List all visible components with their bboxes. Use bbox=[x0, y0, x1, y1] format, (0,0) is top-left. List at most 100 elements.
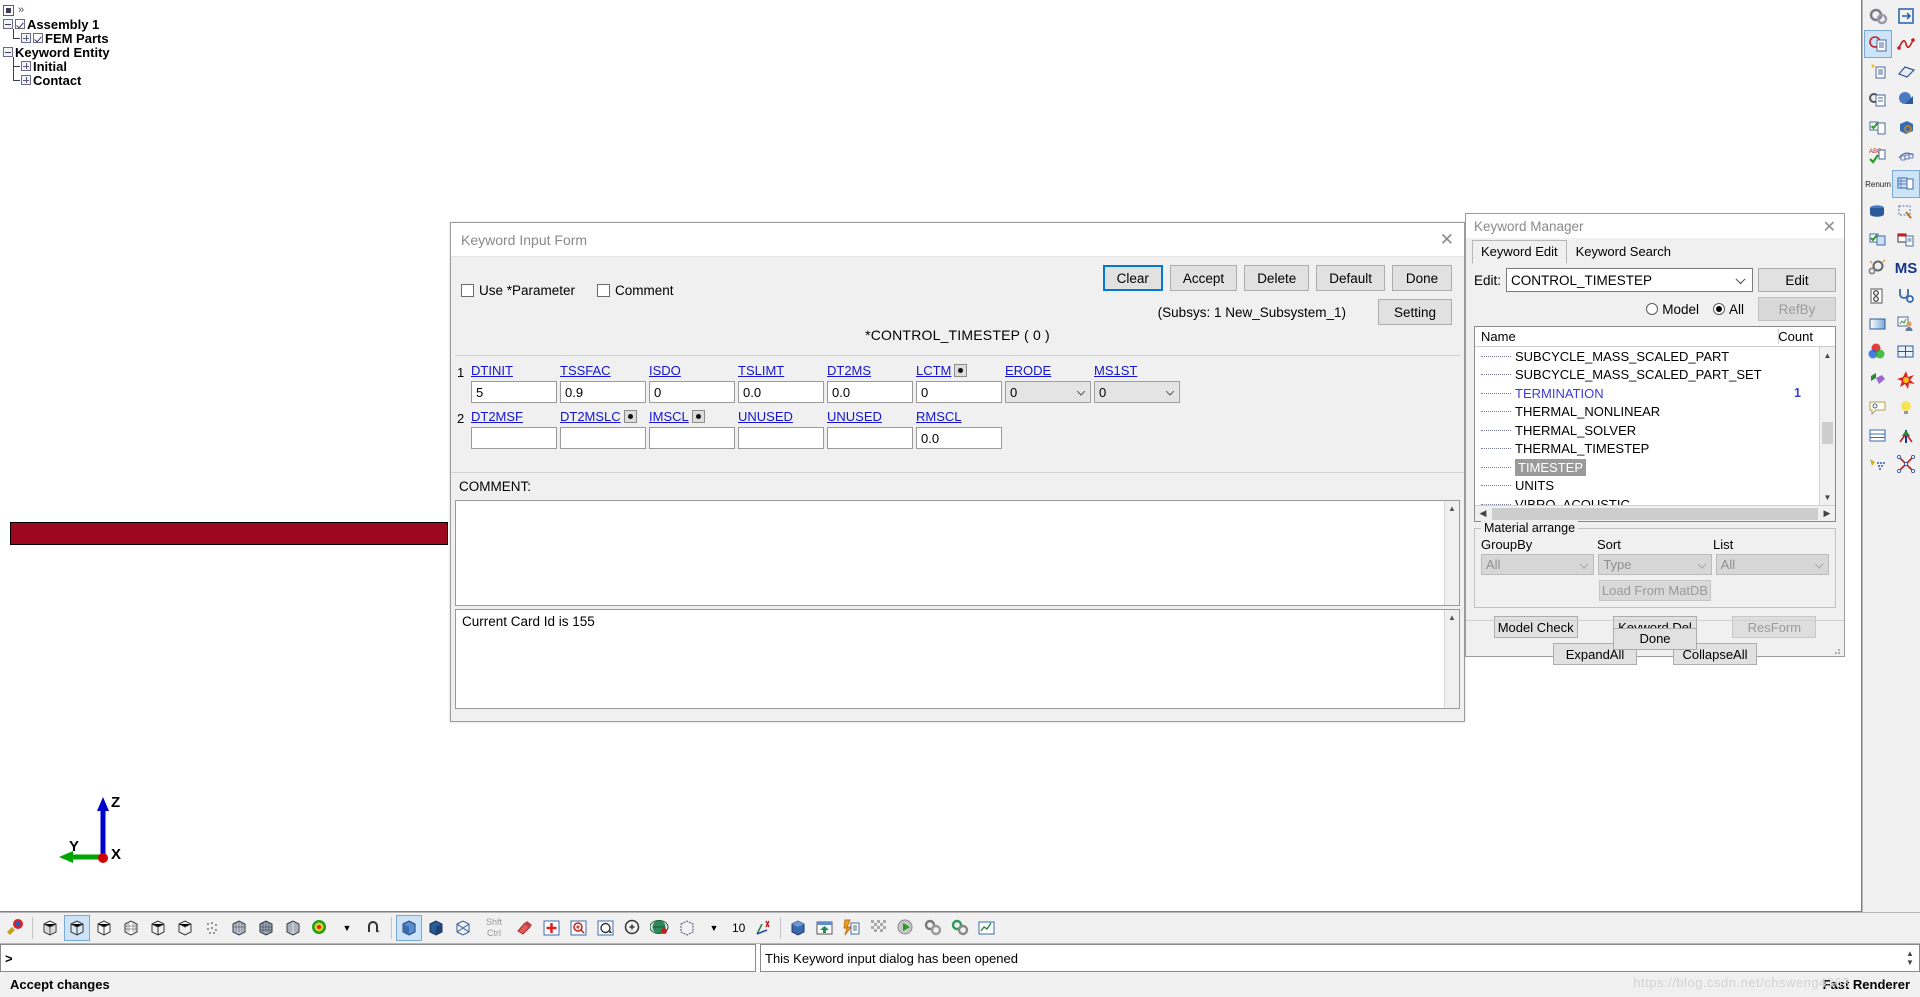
scroll-up-icon[interactable]: ▲ bbox=[1820, 347, 1835, 363]
field-label-link[interactable]: RMSCL bbox=[916, 409, 962, 424]
list-select[interactable]: All bbox=[1715, 554, 1829, 575]
explosion-icon[interactable] bbox=[1892, 366, 1920, 394]
tree-collapse-icon[interactable] bbox=[3, 47, 13, 57]
contour-plot-icon[interactable] bbox=[307, 915, 333, 941]
dt2msf-input[interactable] bbox=[471, 427, 557, 449]
list-item[interactable]: TERMINATION 1 bbox=[1475, 384, 1819, 403]
chevron-down-icon[interactable]: ▼ bbox=[334, 915, 360, 941]
zoom-in-icon[interactable] bbox=[566, 915, 592, 941]
advanced-gears-icon[interactable] bbox=[1864, 254, 1892, 282]
tslimt-input[interactable] bbox=[738, 381, 824, 403]
keyword-manager-dialog[interactable]: Keyword Manager ✕ Keyword Edit Keyword S… bbox=[1465, 213, 1845, 665]
ms-icon[interactable]: MS bbox=[1892, 254, 1920, 282]
user-profile-icon[interactable] bbox=[1892, 310, 1920, 338]
keyword-list-items[interactable]: SUBCYCLE_MASS_SCALED_PART SUBCYCLE_MASS_… bbox=[1475, 347, 1819, 505]
isdo-input[interactable] bbox=[649, 381, 735, 403]
comment-bubble-icon[interactable] bbox=[1864, 394, 1892, 422]
surface-icon[interactable] bbox=[1892, 58, 1920, 86]
close-icon[interactable]: ✕ bbox=[1440, 231, 1454, 248]
message-scroll-spinner[interactable]: ▲ ▼ bbox=[1903, 946, 1917, 970]
unused-1-input[interactable] bbox=[738, 427, 824, 449]
dt2ms-input[interactable] bbox=[827, 381, 913, 403]
tab-keyword-edit[interactable]: Keyword Edit bbox=[1472, 240, 1567, 264]
model-tree-toolbar[interactable]: » bbox=[3, 3, 110, 17]
list-item[interactable]: THERMAL_NONLINEAR bbox=[1475, 403, 1819, 422]
field-label-link[interactable]: TSLIMT bbox=[738, 363, 784, 378]
bottom-toolbar[interactable]: ▼ * Shft Ctrl ▼ 10 bbox=[0, 912, 1920, 944]
play-button-icon[interactable] bbox=[893, 915, 919, 941]
run-solver-icon[interactable] bbox=[839, 915, 865, 941]
radio-all[interactable]: All bbox=[1712, 302, 1744, 317]
bounding-box-icon[interactable] bbox=[674, 915, 700, 941]
keyword-input-form-dialog[interactable]: Keyword Input Form ✕ Clear Accept Delete… bbox=[450, 222, 1465, 722]
pan-icon[interactable] bbox=[539, 915, 565, 941]
edit-button[interactable]: Edit bbox=[1758, 268, 1836, 292]
field-label-link[interactable]: TSSFAC bbox=[560, 363, 611, 378]
part-table-icon[interactable] bbox=[1892, 170, 1920, 198]
wireframe-cube-icon[interactable] bbox=[145, 915, 171, 941]
list-check-icon[interactable] bbox=[1864, 226, 1892, 254]
tree-expand-icon[interactable] bbox=[21, 75, 31, 85]
import-panel-icon[interactable] bbox=[1892, 2, 1920, 30]
coordinate-system-icon[interactable] bbox=[750, 915, 776, 941]
checkbox-icon[interactable] bbox=[33, 33, 43, 43]
imscl-picker-icon[interactable] bbox=[691, 410, 705, 423]
rotate-icon[interactable] bbox=[593, 915, 619, 941]
light-bulb-icon[interactable] bbox=[1892, 394, 1920, 422]
mesh-arrows-icon[interactable] bbox=[1892, 422, 1920, 450]
keyword-select[interactable]: CONTROL_TIMESTEP bbox=[1506, 268, 1753, 292]
lctm-input[interactable] bbox=[916, 381, 1002, 403]
calendar-list-icon[interactable] bbox=[1892, 226, 1920, 254]
field-label-link[interactable]: DT2MSF bbox=[471, 409, 523, 424]
chevron-down-icon[interactable]: ▼ bbox=[701, 915, 727, 941]
clear-button[interactable]: Clear bbox=[1102, 265, 1163, 291]
dt2mslc-input[interactable] bbox=[560, 427, 646, 449]
keyword-manager-icon[interactable] bbox=[1864, 30, 1892, 58]
comment-textarea-wrapper[interactable]: ▲ bbox=[455, 500, 1460, 606]
radio-icon[interactable] bbox=[1646, 303, 1659, 315]
field-label-link[interactable]: DT2MSLC bbox=[560, 409, 637, 424]
plot-chart-icon[interactable] bbox=[974, 915, 1000, 941]
model-tree[interactable]: » Assembly 1 FEM Parts Keyword Entity In… bbox=[3, 3, 110, 88]
point-cloud-icon[interactable] bbox=[199, 915, 225, 941]
done-button[interactable]: Done bbox=[1392, 265, 1452, 291]
status-scrollbar[interactable]: ▲ bbox=[1444, 610, 1459, 708]
scroll-down-icon[interactable]: ▼ bbox=[1820, 489, 1835, 505]
renumber-icon[interactable]: Renum bbox=[1864, 170, 1892, 198]
zoom-fit-icon[interactable] bbox=[620, 915, 646, 941]
radio-model[interactable]: Model bbox=[1646, 302, 1699, 317]
checkbox-icon[interactable] bbox=[461, 284, 474, 297]
node-network-icon[interactable] bbox=[1892, 450, 1920, 478]
resize-grip-icon[interactable] bbox=[1831, 643, 1841, 654]
tab-keyword-search[interactable]: Keyword Search bbox=[1567, 240, 1680, 264]
comment-checkbox[interactable]: Comment bbox=[597, 283, 674, 298]
scrollbar-thumb[interactable] bbox=[1492, 507, 1818, 520]
curve-icon[interactable] bbox=[1892, 30, 1920, 58]
mesh-cube-3-icon[interactable] bbox=[91, 915, 117, 941]
mesh-cube-1-icon[interactable] bbox=[37, 915, 63, 941]
field-label-link[interactable]: UNUSED bbox=[738, 409, 793, 424]
stethoscope-icon[interactable] bbox=[1892, 282, 1920, 310]
magnet-icon[interactable]: * bbox=[361, 915, 387, 941]
radio-icon[interactable] bbox=[1712, 303, 1725, 315]
spray-mesh-icon[interactable] bbox=[1864, 450, 1892, 478]
setting-button[interactable]: Setting bbox=[1378, 299, 1452, 325]
checkbox-icon[interactable] bbox=[597, 284, 611, 297]
scroll-left-icon[interactable]: ◀ bbox=[1475, 508, 1491, 519]
shaded-mesh-1-icon[interactable] bbox=[226, 915, 252, 941]
table-grid-icon[interactable] bbox=[1892, 338, 1920, 366]
tssfac-input[interactable] bbox=[560, 381, 646, 403]
erode-select[interactable]: 0 bbox=[1005, 381, 1091, 403]
tree-item-keyword-entity[interactable]: Keyword Entity bbox=[3, 45, 110, 60]
rename-icon[interactable]: ABC bbox=[1864, 142, 1892, 170]
tree-item-assembly-1[interactable]: Assembly 1 bbox=[3, 17, 110, 32]
scroll-down-icon[interactable]: ▼ bbox=[1906, 958, 1914, 967]
solver-gears-icon[interactable] bbox=[920, 915, 946, 941]
imscl-input[interactable] bbox=[649, 427, 735, 449]
settings-doc-icon[interactable] bbox=[1864, 282, 1892, 310]
tree-item-contact[interactable]: Contact bbox=[9, 71, 110, 88]
scroll-up-icon[interactable]: ▲ bbox=[1906, 949, 1914, 958]
list-item-selected[interactable]: TIMESTEP bbox=[1475, 458, 1819, 477]
tree-expand-icon[interactable] bbox=[21, 61, 31, 71]
keyword-manager-done-button[interactable]: Done bbox=[1613, 627, 1697, 650]
